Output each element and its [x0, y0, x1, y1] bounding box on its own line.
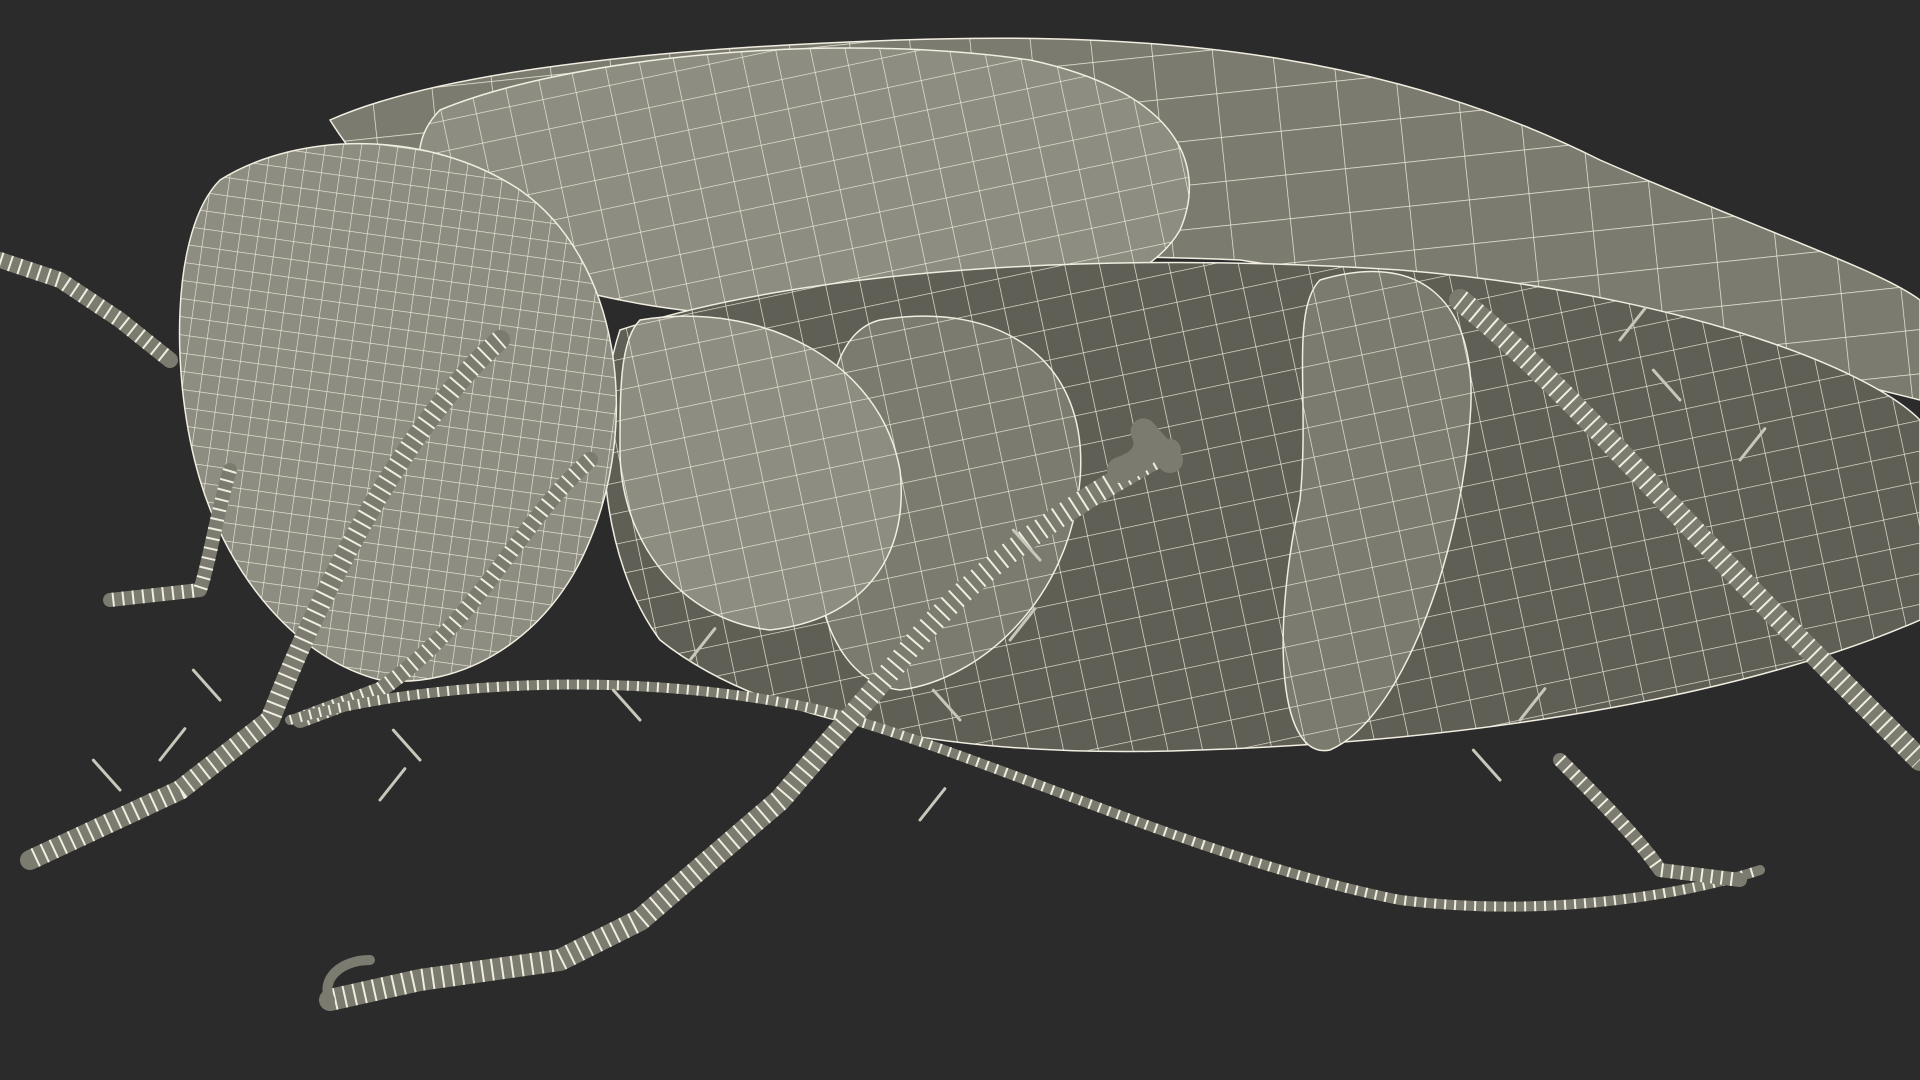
cockroach-wireframe-render	[0, 0, 1920, 1080]
render-viewport	[0, 0, 1920, 1080]
abdomen	[602, 261, 1920, 753]
